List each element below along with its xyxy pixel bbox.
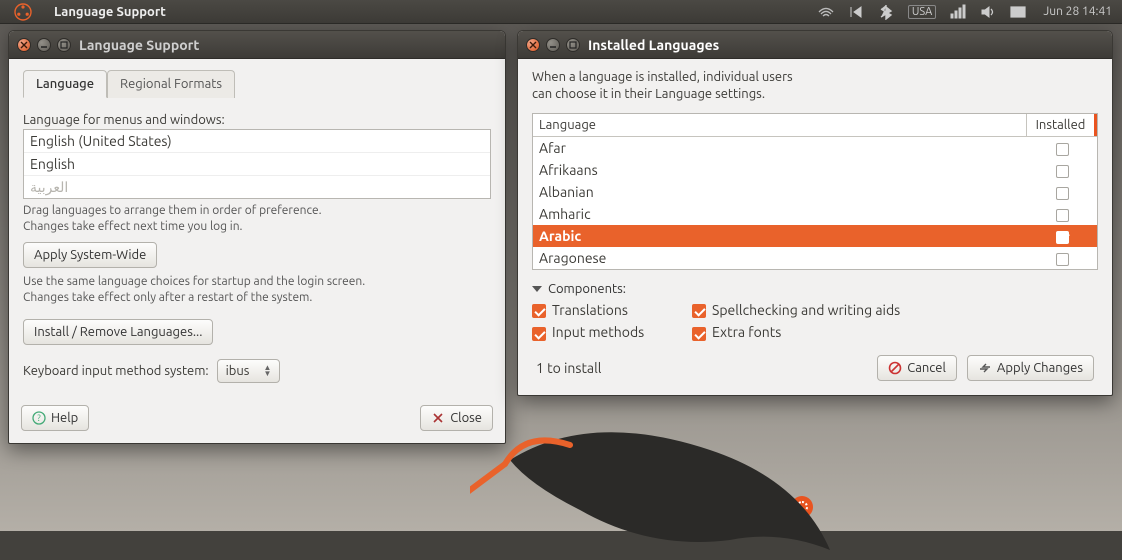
svg-text:?: ? xyxy=(37,413,41,423)
language-name: Afrikaans xyxy=(533,159,1027,181)
menus-windows-label: Language for menus and windows: xyxy=(23,113,491,127)
components-expander[interactable]: Components: xyxy=(532,282,1098,296)
cancel-label: Cancel xyxy=(907,361,946,375)
tab-bar: Language Regional Formats xyxy=(23,69,491,97)
checkbox[interactable] xyxy=(1056,165,1069,178)
apply-label: Apply Changes xyxy=(997,361,1083,375)
language-support-window: Language Support Language Regional Forma… xyxy=(8,30,506,444)
installed-cell[interactable] xyxy=(1027,159,1097,181)
component-label: Extra fonts xyxy=(712,324,781,340)
installed-cell[interactable] xyxy=(1027,247,1097,269)
language-item[interactable]: English (United States) xyxy=(24,130,490,153)
component-translations[interactable]: Translations xyxy=(532,302,692,318)
installed-cell[interactable] xyxy=(1027,181,1097,203)
installed-languages-titlebar[interactable]: Installed Languages xyxy=(518,31,1112,59)
maximize-button[interactable] xyxy=(566,38,580,52)
install-remove-languages-button[interactable]: Install / Remove Languages... xyxy=(23,319,213,345)
help-icon: ? xyxy=(32,411,46,425)
checkbox-icon xyxy=(532,304,546,318)
close-button[interactable] xyxy=(17,38,31,52)
spin-arrows-icon: ▲▼ xyxy=(263,365,271,377)
installed-languages-window: Installed Languages When a language is i… xyxy=(517,30,1113,396)
dialog-description: When a language is installed, individual… xyxy=(532,69,1098,103)
ubuntu-bfb-button[interactable] xyxy=(0,0,46,24)
keyboard-method-value: ibus xyxy=(226,364,250,378)
clock-indicator[interactable]: Jun 28 14:41 xyxy=(1033,0,1122,24)
table-header: Language Installed xyxy=(533,114,1097,137)
language-item[interactable]: العربية xyxy=(24,176,490,199)
language-order-list[interactable]: English (United States) English العربية xyxy=(23,129,491,199)
component-spellchecking[interactable]: Spellchecking and writing aids xyxy=(692,302,1098,318)
language-name: Albanian xyxy=(533,181,1027,203)
checkbox[interactable] xyxy=(1056,187,1069,200)
component-label: Translations xyxy=(552,302,628,318)
cancel-button[interactable]: Cancel xyxy=(877,355,957,381)
keyboard-method-label: Keyboard input method system: xyxy=(23,364,209,378)
component-extra-fonts[interactable]: Extra fonts xyxy=(692,324,1098,340)
languages-table: Language Installed AfarAfrikaansAlbanian… xyxy=(532,113,1098,270)
checkbox[interactable] xyxy=(1056,231,1069,244)
help-label: Help xyxy=(51,411,78,425)
network-wave-icon[interactable] xyxy=(811,0,841,24)
checkbox-icon xyxy=(692,304,706,318)
installed-cell[interactable] xyxy=(1027,137,1097,159)
language-name: Afar xyxy=(533,137,1027,159)
col-installed[interactable]: Installed xyxy=(1027,114,1097,136)
table-row[interactable]: Afar xyxy=(533,137,1097,159)
tab-language[interactable]: Language xyxy=(23,70,107,98)
volume-icon[interactable] xyxy=(973,0,1003,24)
narwhal-silhouette xyxy=(470,400,890,560)
apply-icon xyxy=(978,361,992,375)
table-row[interactable]: Aragonese xyxy=(533,247,1097,269)
top-panel: Language Support USA Jun 28 14:41 xyxy=(0,0,1122,24)
network-signal-icon[interactable] xyxy=(943,0,973,24)
drag-hint: Drag languages to arrange them in order … xyxy=(23,203,491,234)
language-item[interactable]: English xyxy=(24,153,490,176)
maximize-button[interactable] xyxy=(57,38,71,52)
installed-cell[interactable] xyxy=(1027,225,1097,247)
checkbox[interactable] xyxy=(1056,253,1069,266)
close-icon xyxy=(431,411,445,425)
system-hint: Use the same language choices for startu… xyxy=(23,274,491,305)
minimize-button[interactable] xyxy=(546,38,560,52)
language-name: Amharic xyxy=(533,203,1027,225)
cancel-icon xyxy=(888,361,902,375)
checkbox[interactable] xyxy=(1056,209,1069,222)
minimize-button[interactable] xyxy=(37,38,51,52)
tab-regional-formats[interactable]: Regional Formats xyxy=(107,70,235,98)
component-label: Spellchecking and writing aids xyxy=(712,302,900,318)
table-row[interactable]: Amharic xyxy=(533,203,1097,225)
installed-cell[interactable] xyxy=(1027,203,1097,225)
apply-system-wide-button[interactable]: Apply System-Wide xyxy=(23,242,157,268)
table-row[interactable]: Arabic xyxy=(533,225,1097,247)
window-title: Installed Languages xyxy=(588,37,719,53)
checkbox-icon xyxy=(692,327,706,341)
install-status: 1 to install xyxy=(536,360,867,376)
component-input-methods[interactable]: Input methods xyxy=(532,324,692,340)
language-support-titlebar[interactable]: Language Support xyxy=(9,31,505,59)
table-row[interactable]: Afrikaans xyxy=(533,159,1097,181)
table-row[interactable]: Albanian xyxy=(533,181,1097,203)
keyboard-layout-text: USA xyxy=(908,5,936,19)
chevron-down-icon xyxy=(532,286,542,292)
col-language[interactable]: Language xyxy=(533,114,1027,136)
components-label: Components: xyxy=(548,282,626,296)
close-button[interactable] xyxy=(526,38,540,52)
window-title: Language Support xyxy=(79,37,199,53)
language-name: Arabic xyxy=(533,225,1027,247)
bluetooth-icon[interactable] xyxy=(871,0,901,24)
language-name: Aragonese xyxy=(533,247,1027,269)
checkbox[interactable] xyxy=(1056,143,1069,156)
panel-app-title: Language Support xyxy=(46,5,180,19)
media-back-icon[interactable] xyxy=(841,0,871,24)
keyboard-layout-indicator[interactable]: USA xyxy=(901,0,943,24)
mail-icon[interactable] xyxy=(1003,0,1033,24)
component-label: Input methods xyxy=(552,324,644,340)
keyboard-method-combo[interactable]: ibus ▲▼ xyxy=(217,359,281,383)
checkbox-icon xyxy=(532,327,546,341)
apply-changes-button[interactable]: Apply Changes xyxy=(967,355,1094,381)
help-button[interactable]: ? Help xyxy=(21,405,89,431)
